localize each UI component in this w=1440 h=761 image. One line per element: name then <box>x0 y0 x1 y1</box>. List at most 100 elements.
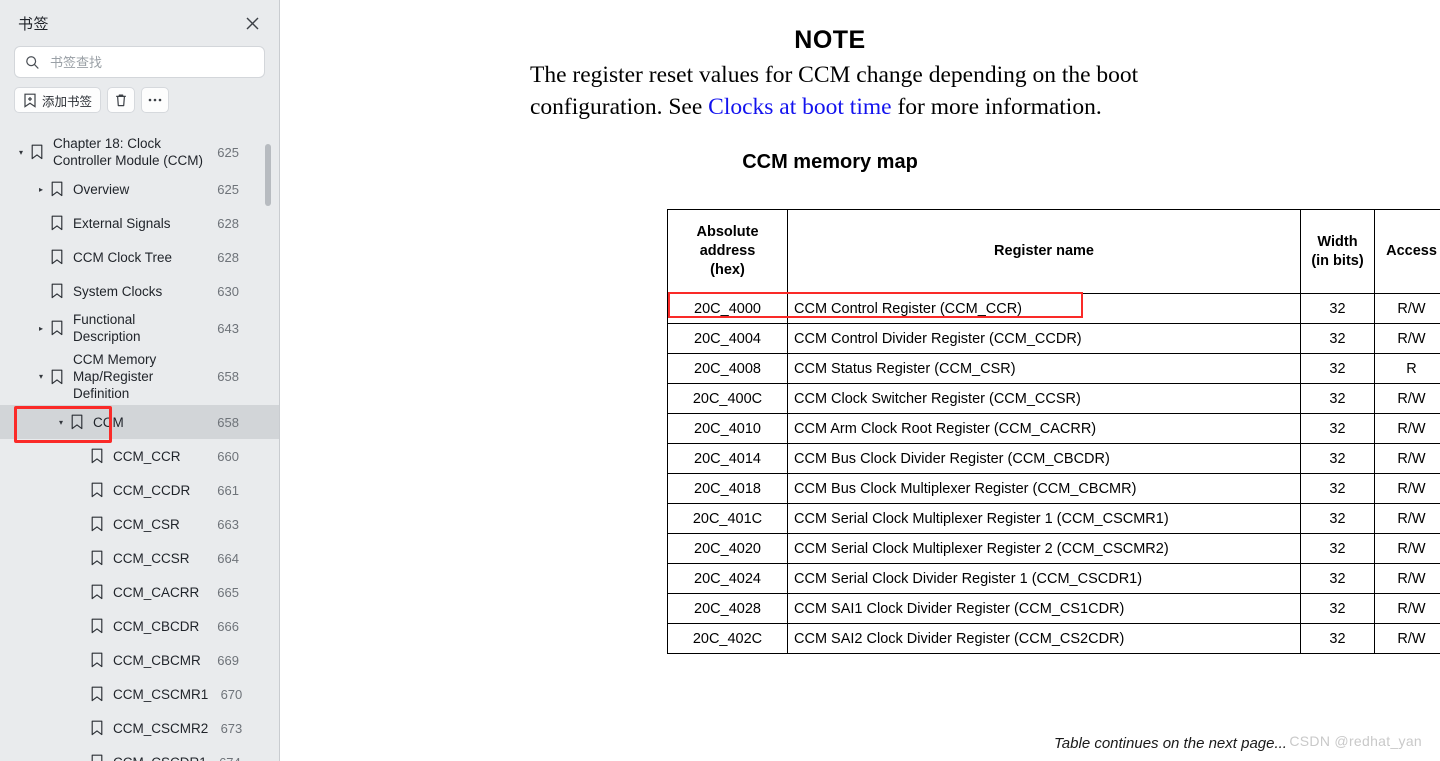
add-bookmark-button[interactable]: 添加书签 <box>14 87 102 113</box>
close-sidebar-button[interactable] <box>239 10 265 36</box>
bookmark-item-label: CCM <box>93 414 124 430</box>
table-body: 20C_4000 CCM Control Register (CCM_CCR) 32… <box>667 293 1440 654</box>
search-input[interactable] <box>48 53 254 71</box>
bookmark-item-ccm-cscmr2[interactable]: CCM_CSCMR2 673 <box>0 711 279 745</box>
cell-access: R/W <box>1374 563 1440 594</box>
cell-address: 20C_4000 <box>667 293 788 324</box>
bookmark-item-page: 661 <box>217 482 239 498</box>
bookmark-item-ccm-cscdr1[interactable]: CCM_CSCDR1 674 <box>0 745 279 761</box>
table-row: 20C_4000 CCM Control Register (CCM_CCR) 32… <box>667 293 1440 324</box>
header-line-1: Absolute <box>696 224 759 240</box>
column-header-access: Access <box>1374 209 1440 294</box>
bookmark-search-box[interactable] <box>14 46 265 78</box>
sidebar-scrollbar[interactable] <box>265 132 271 732</box>
sidebar-title: 书签 <box>18 15 50 33</box>
bookmark-item-label: Chapter 18: Clock Controller Module (CCM… <box>53 136 204 168</box>
cell-access: R/W <box>1374 323 1440 354</box>
pdf-viewer-window: 书签 添加书签 <box>0 0 1440 761</box>
bookmark-item-ccm-ccr[interactable]: CCM_CCR 660 <box>0 439 279 473</box>
delete-bookmark-button[interactable] <box>107 87 136 113</box>
cell-address: 20C_402C <box>667 623 788 654</box>
bookmark-item-page: 630 <box>217 283 239 299</box>
table-header-row: Absolute address (hex) Register name Wid… <box>667 209 1440 294</box>
bookmark-tree: ▾ Chapter 18: Clock Controller Module (CC… <box>0 128 279 761</box>
bookmark-item-ccm[interactable]: ▾ CCM 658 <box>0 405 279 443</box>
bookmark-item-page: 673 <box>220 720 243 736</box>
bookmark-item-page: 658 <box>217 414 239 430</box>
cell-width: 32 <box>1300 593 1375 624</box>
bookmark-item-external-signals[interactable]: External Signals 628 <box>0 206 279 240</box>
bookmark-item-page: 670 <box>220 686 243 702</box>
cell-access: R <box>1374 353 1440 384</box>
bookmark-item-label: CCM_CSCDR1 <box>113 751 207 761</box>
bookmark-item-ccm-cscmr1[interactable]: CCM_CSCMR1 670 <box>0 677 279 711</box>
bookmark-item-ccm-ccsr[interactable]: CCM_CCSR 664 <box>0 541 279 575</box>
sidebar-scrollbar-thumb[interactable] <box>265 144 271 206</box>
column-header-width: Width (in bits) <box>1300 209 1375 294</box>
column-header-absolute-address: Absolute address (hex) <box>667 209 788 294</box>
bookmark-item-chapter-18-clock-controller-module-ccm[interactable]: ▾ Chapter 18: Clock Controller Module (CC… <box>0 132 279 172</box>
bookmark-item-label: CCM Clock Tree <box>73 249 173 265</box>
bookmark-icon <box>28 143 46 161</box>
column-header-register-name: Register name <box>787 209 1301 294</box>
more-options-button[interactable] <box>141 87 170 113</box>
chevron-down-icon[interactable]: ▾ <box>14 148 28 157</box>
bookmark-item-page: 660 <box>217 448 239 464</box>
bookmark-item-overview[interactable]: ▸ Overview 625 <box>0 172 279 206</box>
bookmark-item-label: CCM_CCDR <box>113 482 191 498</box>
bookmark-item-ccm-cbcdr[interactable]: CCM_CBCDR 666 <box>0 609 279 643</box>
document-viewport[interactable]: NOTE The register reset values for CCM c… <box>280 0 1440 761</box>
table-row: 20C_4004 CCM Control Divider Register (CC… <box>667 323 1440 354</box>
bookmark-item-ccm-cacrr[interactable]: CCM_CACRR 665 <box>0 575 279 609</box>
bookmark-icon <box>88 583 106 601</box>
bookmark-icon <box>88 447 106 465</box>
bookmark-item-label: CCM_CSCMR2 <box>113 720 209 736</box>
bookmark-item-ccm-clock-tree[interactable]: CCM Clock Tree 628 <box>0 240 279 274</box>
bookmark-item-ccm-csr[interactable]: CCM_CSR 663 <box>0 507 279 541</box>
cell-address: 20C_4008 <box>667 353 788 384</box>
bookmark-item-ccm-ccdr[interactable]: CCM_CCDR 661 <box>0 473 279 507</box>
bookmark-item-functional-description[interactable]: ▸ Functional Description 643 <box>0 308 279 348</box>
bookmark-icon <box>48 248 66 266</box>
bookmark-icon <box>68 413 86 431</box>
bookmark-item-page: 669 <box>217 652 239 668</box>
cell-address: 20C_4024 <box>667 563 788 594</box>
cell-access: R/W <box>1374 623 1440 654</box>
table-header: Absolute address (hex) Register name Wid… <box>667 209 1440 294</box>
bookmark-item-system-clocks[interactable]: System Clocks 630 <box>0 274 279 308</box>
chevron-right-icon[interactable]: ▸ <box>34 185 48 194</box>
bookmark-item-label: System Clocks <box>73 283 163 299</box>
table-row: 20C_4020 CCM Serial Clock Multiplexer Reg… <box>667 533 1440 564</box>
clocks-at-boot-time-link[interactable]: Clocks at boot time <box>708 94 891 120</box>
note-heading: NOTE <box>794 26 866 54</box>
bookmark-icon <box>88 549 106 567</box>
bookmark-item-page: 643 <box>217 320 239 336</box>
add-bookmark-label: 添加书签 <box>42 94 93 109</box>
cell-register-name: CCM Serial Clock Divider Register 1 (CCM… <box>787 563 1301 594</box>
bookmark-item-label: External Signals <box>73 215 171 231</box>
cell-address: 20C_4010 <box>667 413 788 444</box>
cell-access: R/W <box>1374 413 1440 444</box>
cell-address: 20C_401C <box>667 503 788 534</box>
chevron-down-icon[interactable]: ▾ <box>54 418 68 427</box>
cell-access: R/W <box>1374 383 1440 414</box>
bookmark-item-label: Overview <box>73 181 130 197</box>
cell-access: R/W <box>1374 293 1440 324</box>
bookmark-item-page: 666 <box>217 618 239 634</box>
bookmarks-sidebar: 书签 添加书签 <box>0 0 280 761</box>
bookmark-item-ccm-cbcmr[interactable]: CCM_CBCMR 669 <box>0 643 279 677</box>
table-row: 20C_4028 CCM SAI1 Clock Divider Register … <box>667 593 1440 624</box>
cell-width: 32 <box>1300 503 1375 534</box>
header-line-3: (hex) <box>710 262 745 278</box>
bookmark-icon <box>88 515 106 533</box>
header-line-2: (in bits) <box>1311 252 1364 269</box>
chevron-right-icon[interactable]: ▸ <box>34 324 48 333</box>
bookmark-item-label: CCM_CBCMR <box>113 652 201 668</box>
cell-width: 32 <box>1300 293 1375 324</box>
table-row: 20C_402C CCM SAI2 Clock Divider Register … <box>667 623 1440 654</box>
bookmark-item-ccm-memory-map-register-definition[interactable]: ▾ CCM Memory Map/Register Definition 658 <box>0 348 279 405</box>
bookmark-item-page: 628 <box>217 249 239 265</box>
cell-register-name: CCM Arm Clock Root Register (CCM_CACRR) <box>787 413 1301 444</box>
bookmark-item-label: Functional Description <box>73 312 141 344</box>
chevron-down-icon[interactable]: ▾ <box>34 372 48 381</box>
